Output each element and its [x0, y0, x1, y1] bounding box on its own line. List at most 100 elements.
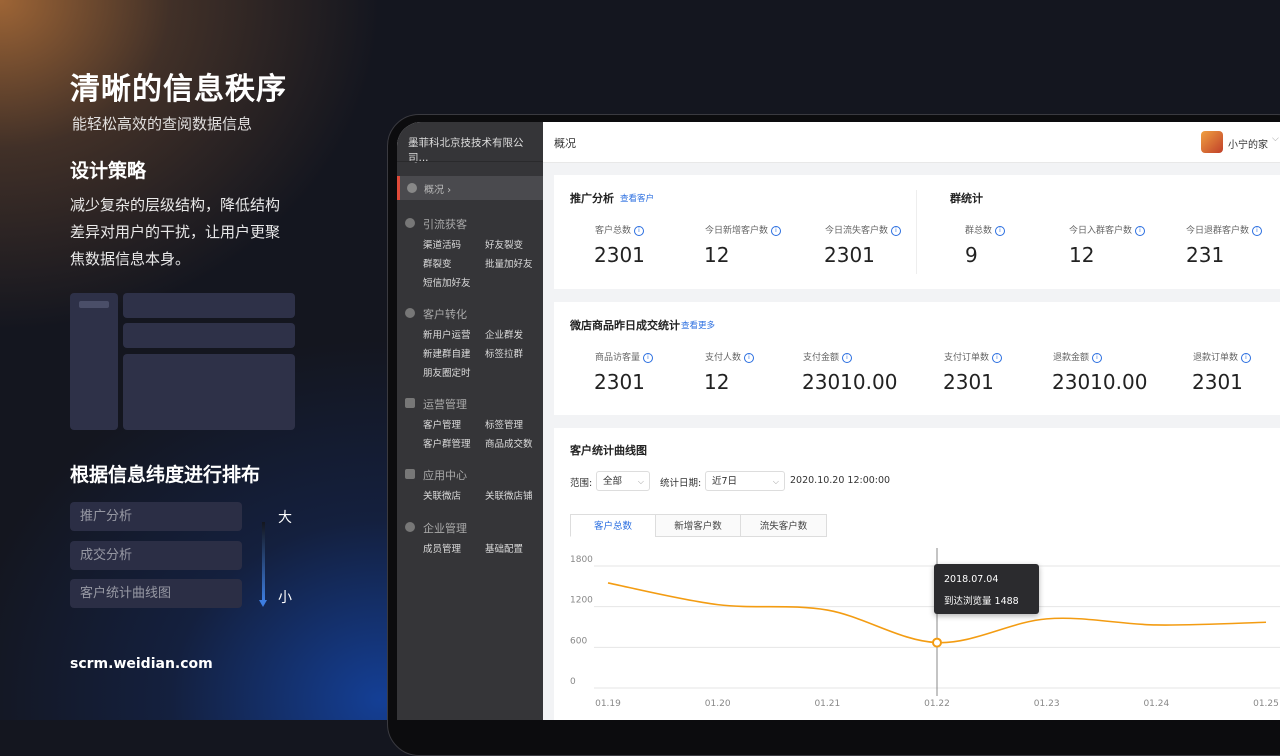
wireframe-block: [123, 323, 295, 348]
topbar: 概况 小宁的家 ⌵: [543, 122, 1280, 163]
user-name[interactable]: 小宁的家: [1228, 136, 1268, 151]
stat-label: 支付人数 i: [705, 350, 755, 363]
dimension-item: 客户统计曲线图: [70, 579, 242, 608]
stat-label: 今日入群客户数 i: [1069, 223, 1146, 236]
stat-value: 12: [704, 370, 730, 394]
layout-title: 根据信息纬度进行排布: [70, 464, 261, 486]
sidebar-item[interactable]: 关联微店: [423, 488, 461, 502]
card-title: 群统计: [950, 192, 983, 205]
x-tick-label: 01.24: [1143, 699, 1169, 709]
scale-small: 小: [278, 590, 292, 606]
date-select[interactable]: 近7日 ⌵: [705, 471, 785, 491]
sidebar-item[interactable]: 企业群发: [485, 327, 523, 341]
stat-value: 2301: [1192, 370, 1243, 394]
sidebar-item[interactable]: 群裂变: [423, 256, 452, 270]
y-tick-label: 600: [570, 636, 587, 646]
chart-icon: [405, 398, 415, 408]
group-title: 客户转化: [423, 308, 467, 321]
sidebar-item[interactable]: 好友裂变: [485, 237, 523, 251]
sidebar-item[interactable]: 客户群管理: [423, 436, 471, 450]
stat-value: 23010.00: [1052, 370, 1148, 394]
stat-label: 支付订单数 i: [944, 350, 1003, 363]
apps-grid-icon: [405, 469, 415, 479]
user-icon: [405, 308, 415, 318]
stat-value: 2301: [824, 243, 875, 267]
chart-tooltip: 2018.07.04 到达浏览量 1488: [934, 564, 1039, 614]
tooltip-value: 到达浏览量 1488: [944, 596, 1019, 607]
strategy-title: 设计策略: [70, 160, 147, 182]
dimension-item: 推广分析: [70, 502, 242, 531]
y-tick-label: 0: [570, 677, 576, 687]
line-chart[interactable]: 1800 1200 600 0 01.19 01.20 01.21 01.22 01.23 01.…: [554, 548, 1280, 720]
group-title: 应用中心: [423, 469, 467, 482]
sidebar-item[interactable]: 客户管理: [423, 417, 461, 431]
team-icon: [405, 522, 415, 532]
sidebar-item[interactable]: 朋友圈定时: [423, 365, 471, 379]
scale-arrow: [262, 522, 265, 602]
stat-value: 12: [704, 243, 730, 267]
scale-big: 大: [278, 510, 292, 526]
range-select[interactable]: 全部 ⌵: [596, 471, 650, 491]
sidebar-item[interactable]: 新用户运营: [423, 327, 471, 341]
view-customers-link[interactable]: 查看客户: [620, 192, 654, 204]
chevron-down-icon: ⌵: [772, 477, 779, 486]
x-tick-label: 01.21: [814, 699, 840, 709]
tab-total[interactable]: 客户总数: [570, 514, 656, 537]
card-title: 微店商品昨日成交统计: [570, 319, 680, 332]
promo-card: 推广分析 查看客户 客户总数 i 2301 今日新增客户数 i 12 今日流失客户数…: [554, 175, 1280, 289]
site-url: scrm.weidian.com: [70, 656, 213, 672]
avatar[interactable]: [1201, 131, 1223, 153]
tooltip-date: 2018.07.04: [944, 574, 999, 585]
sidebar-item[interactable]: 成员管理: [423, 541, 461, 555]
strategy-text: 减少复杂的层级结构，降低结构差异对用户的干扰，让用户更聚焦数据信息本身。: [70, 196, 281, 268]
x-tick-label: 01.19: [595, 699, 621, 709]
stat-value: 9: [965, 243, 978, 267]
stat-label: 客户总数 i: [595, 223, 645, 236]
wireframe-block: [123, 293, 295, 318]
stat-value: 2301: [594, 243, 645, 267]
group-title: 企业管理: [423, 522, 467, 535]
stat-label: 退款订单数 i: [1193, 350, 1252, 363]
sidebar-item-label: 概况 ›: [424, 185, 452, 196]
sidebar-item[interactable]: 关联微店铺: [485, 488, 533, 502]
date-label: 统计日期:: [660, 478, 702, 489]
sidebar: 墨菲科北京技技术有限公司... 概况 › 引流获客 渠道活码 好友裂变 群裂变 …: [397, 122, 543, 720]
curve-card: 客户统计曲线图 范围: 全部 ⌵ 统计日期: 近7日 ⌵ 2020.10.20 12…: [554, 428, 1280, 720]
stat-label: 今日新增客户数 i: [705, 223, 782, 236]
card-title: 推广分析: [570, 192, 614, 205]
sidebar-item[interactable]: 商品成交数: [485, 436, 533, 450]
chevron-down-icon: ⌵: [637, 477, 644, 486]
tab-new[interactable]: 新增客户数: [655, 514, 741, 537]
range-label: 范围:: [570, 478, 593, 489]
view-more-link[interactable]: 查看更多: [681, 319, 715, 331]
sidebar-item[interactable]: 新建群自建: [423, 346, 471, 360]
stat-label: 今日流失客户数 i: [825, 223, 902, 236]
page-title: 概况: [554, 137, 576, 150]
user-plus-icon: [405, 218, 415, 228]
tab-lost[interactable]: 流失客户数: [740, 514, 827, 537]
sidebar-item[interactable]: 标签拉群: [485, 346, 523, 360]
stat-label: 支付金额 i: [803, 350, 853, 363]
stat-value: 231: [1186, 243, 1225, 267]
dashboard-icon: [407, 183, 417, 193]
sidebar-item[interactable]: 短信加好友: [423, 275, 471, 289]
chevron-down-icon[interactable]: ⌵: [1272, 134, 1279, 144]
x-tick-label: 01.20: [705, 699, 731, 709]
stat-label: 群总数 i: [965, 223, 1006, 236]
sidebar-item[interactable]: 渠道活码: [423, 237, 461, 251]
app-screen: 墨菲科北京技技术有限公司... 概况 › 引流获客 渠道活码 好友裂变 群裂变 …: [397, 122, 1280, 720]
x-tick-label: 01.22: [924, 699, 950, 709]
main-content: 概况 小宁的家 ⌵ 推广分析 查看客户 客户总数 i 2301 今日新增客户数 i …: [543, 122, 1280, 720]
stat-label: 退款金额 i: [1053, 350, 1103, 363]
y-tick-label: 1200: [570, 596, 593, 606]
x-tick-label: 01.25: [1253, 699, 1279, 709]
group-title: 运营管理: [423, 398, 467, 411]
stat-value: 12: [1069, 243, 1095, 267]
sidebar-item[interactable]: 批量加好友: [485, 256, 533, 270]
sidebar-item[interactable]: 基础配置: [485, 541, 523, 555]
card-title: 客户统计曲线图: [570, 444, 647, 457]
dimension-item: 成交分析: [70, 541, 242, 570]
sidebar-item[interactable]: 标签管理: [485, 417, 523, 431]
sidebar-item-overview[interactable]: 概况 ›: [397, 176, 543, 200]
arrow-down-icon: [259, 600, 267, 607]
